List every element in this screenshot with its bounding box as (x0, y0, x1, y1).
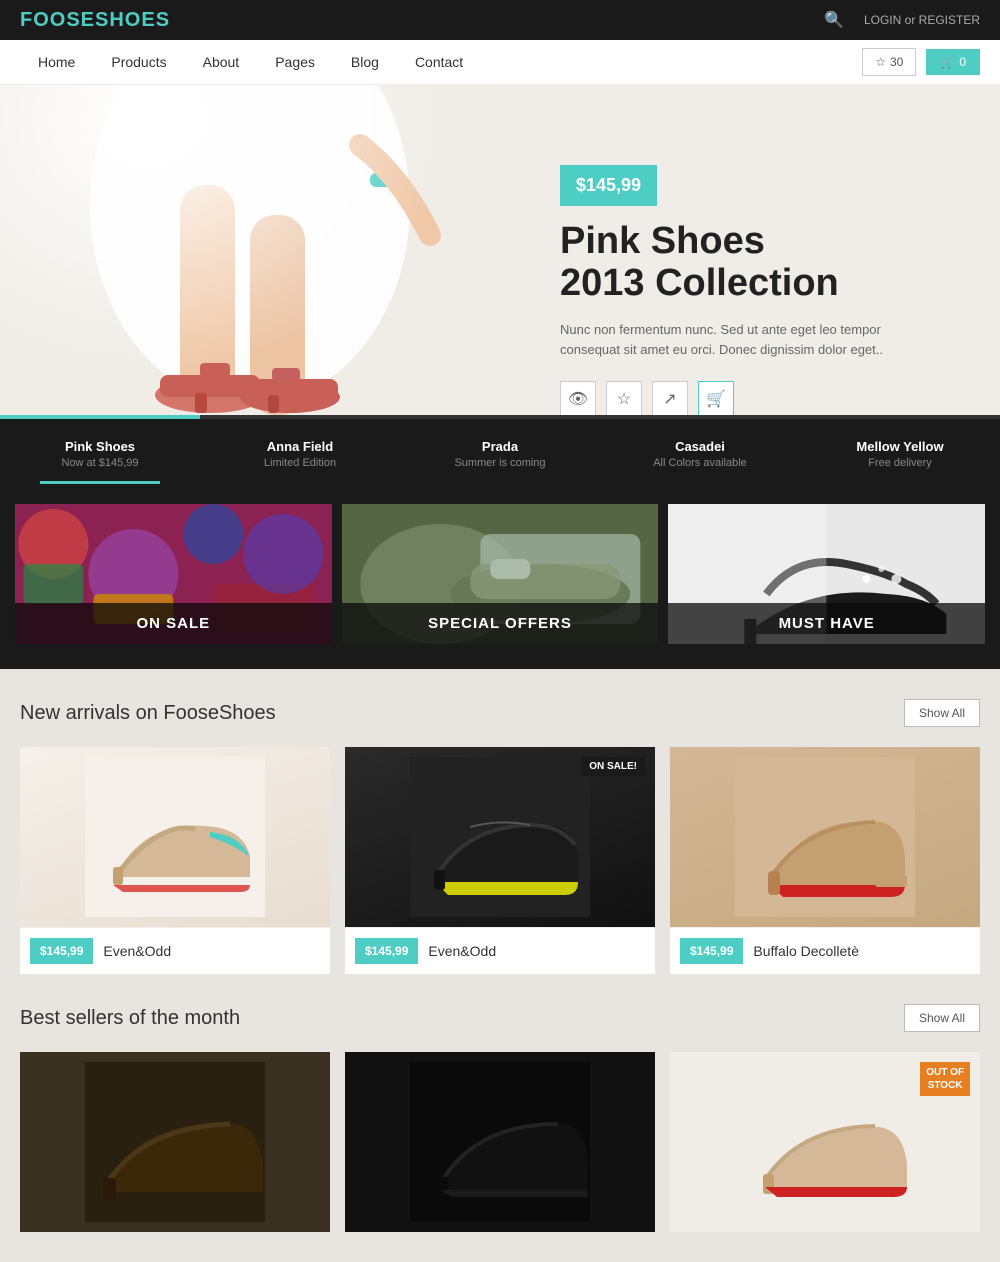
category-section: ON SALE SPECIAL OFFERS MUST HAVE (0, 489, 1000, 669)
nav-actions: ☆ 30 🛒 0 (862, 48, 980, 76)
add-to-cart-button[interactable]: 🛒 (698, 381, 734, 415)
wishlist-count: 30 (890, 55, 903, 69)
category-on-sale[interactable]: ON SALE (15, 504, 332, 644)
slider-item-0[interactable]: Pink Shoes Now at $145,99 (0, 429, 200, 479)
nav-pages[interactable]: Pages (257, 42, 333, 82)
nav-links: Home Products About Pages Blog Contact (20, 42, 862, 82)
best-sellers-show-all[interactable]: Show All (904, 1004, 980, 1032)
hero-title-line2: 2013 Collection (560, 262, 839, 304)
shoe-image-1 (410, 757, 590, 917)
slider-progress-fill (0, 415, 200, 419)
product-info-1: $145,99 Even&Odd (345, 927, 655, 974)
product-image-1: ON SALE! (345, 747, 655, 927)
best-sellers-section: Best sellers of the month Show All (0, 1004, 1000, 1262)
product-name-1: Even&Odd (428, 943, 496, 959)
search-icon[interactable]: 🔍 (824, 10, 844, 30)
nav-about[interactable]: About (185, 42, 258, 82)
category-must-have[interactable]: MUST HAVE (668, 504, 985, 644)
new-arrivals-section: New arrivals on FooseShoes Show All (0, 669, 1000, 1004)
wishlist-button[interactable]: ☆ 30 (862, 48, 916, 76)
product-price-2: $145,99 (680, 938, 743, 964)
product-image-2 (670, 747, 980, 927)
slider-item-2[interactable]: Prada Summer is coming (400, 429, 600, 479)
product-price-1: $145,99 (355, 938, 418, 964)
product-price-0: $145,99 (30, 938, 93, 964)
best-seller-card-2: OUT OFSTOCK (670, 1052, 980, 1232)
bs-shoe-0 (85, 1062, 265, 1222)
nav-products[interactable]: Products (93, 42, 184, 82)
special-offers-label: SPECIAL OFFERS (342, 603, 659, 644)
on-sale-label: ON SALE (15, 603, 332, 644)
slider-name-0: Pink Shoes (10, 439, 190, 454)
product-image-0 (20, 747, 330, 927)
slider-sub-1: Limited Edition (210, 457, 390, 469)
best-sellers-grid: OUT OFSTOCK (20, 1052, 980, 1232)
product-card-1: ON SALE! $145,99 Even&Odd (345, 747, 655, 974)
new-arrivals-grid: $145,99 Even&Odd ON SALE! (20, 747, 980, 974)
new-arrivals-header: New arrivals on FooseShoes Show All (20, 699, 980, 727)
slider-item-1[interactable]: Anna Field Limited Edition (200, 429, 400, 479)
best-seller-card-1 (345, 1052, 655, 1232)
best-sellers-title: Best sellers of the month (20, 1007, 240, 1030)
hero-title: Pink Shoes 2013 Collection (560, 221, 940, 305)
top-bar: FOOSESHOES 🔍 LOGIN or REGISTER (0, 0, 1000, 40)
best-sellers-header: Best sellers of the month Show All (20, 1004, 980, 1032)
hero-price-badge: $145,99 (560, 165, 657, 206)
login-register-link[interactable]: LOGIN or REGISTER (864, 13, 980, 27)
slider-name-3: Casadei (610, 439, 790, 454)
slider-sub-0: Now at $145,99 (10, 457, 190, 469)
slider-nav: Pink Shoes Now at $145,99 Anna Field Lim… (0, 419, 1000, 489)
hero-action-buttons: 👁 ☆ ↗ 🛒 (560, 381, 940, 415)
nav-bar: Home Products About Pages Blog Contact ☆… (0, 40, 1000, 85)
cart-icon: 🛒 (940, 55, 955, 69)
category-special-offers[interactable]: SPECIAL OFFERS (342, 504, 659, 644)
slider-name-4: Mellow Yellow (810, 439, 990, 454)
best-seller-card-0 (20, 1052, 330, 1232)
out-of-stock-badge-2: OUT OFSTOCK (920, 1062, 970, 1096)
bs-shoe-2 (735, 1062, 915, 1222)
shoe-image-2 (735, 757, 915, 917)
hero-content: $145,99 Pink Shoes 2013 Collection Nunc … (560, 165, 940, 415)
share-button[interactable]: ↗ (652, 381, 688, 415)
view-button[interactable]: 👁 (560, 381, 596, 415)
best-seller-image-1 (345, 1052, 655, 1232)
shoe-image-0 (85, 757, 265, 917)
bs-shoe-1 (410, 1062, 590, 1222)
product-info-0: $145,99 Even&Odd (20, 927, 330, 974)
product-card-0: $145,99 Even&Odd (20, 747, 330, 974)
new-arrivals-title: New arrivals on FooseShoes (20, 702, 276, 725)
nav-home[interactable]: Home (20, 42, 93, 82)
slider-item-4[interactable]: Mellow Yellow Free delivery (800, 429, 1000, 479)
slider-name-2: Prada (410, 439, 590, 454)
nav-contact[interactable]: Contact (397, 42, 481, 82)
hero-title-line1: Pink Shoes (560, 220, 765, 262)
slider-sub-2: Summer is coming (410, 457, 590, 469)
hero-description: Nunc non fermentum nunc. Sed ut ante ege… (560, 320, 940, 362)
new-arrivals-show-all[interactable]: Show All (904, 699, 980, 727)
slider-items: Pink Shoes Now at $145,99 Anna Field Lim… (0, 429, 1000, 479)
slider-progress (0, 415, 1000, 419)
slider-item-3[interactable]: Casadei All Colors available (600, 429, 800, 479)
best-seller-image-2: OUT OFSTOCK (670, 1052, 980, 1232)
slider-name-1: Anna Field (210, 439, 390, 454)
top-right-actions: 🔍 LOGIN or REGISTER (824, 10, 980, 30)
brand-logo: FOOSESHOES (20, 9, 170, 32)
nav-blog[interactable]: Blog (333, 42, 397, 82)
best-seller-image-0 (20, 1052, 330, 1232)
slider-sub-3: All Colors available (610, 457, 790, 469)
slider-sub-4: Free delivery (810, 457, 990, 469)
must-have-label: MUST HAVE (668, 603, 985, 644)
hero-image (0, 85, 500, 415)
product-info-2: $145,99 Buffalo Decolletè (670, 927, 980, 974)
star-icon: ☆ (875, 55, 886, 69)
product-name-0: Even&Odd (103, 943, 171, 959)
product-card-2: $145,99 Buffalo Decolletè (670, 747, 980, 974)
wishlist-add-button[interactable]: ☆ (606, 381, 642, 415)
product-name-2: Buffalo Decolletè (753, 943, 859, 959)
hero-shoe-svg (0, 85, 500, 415)
on-sale-badge-1: ON SALE! (581, 757, 645, 776)
hero-section: $145,99 Pink Shoes 2013 Collection Nunc … (0, 85, 1000, 415)
cart-button[interactable]: 🛒 0 (926, 49, 980, 75)
cart-count: 0 (959, 55, 966, 69)
